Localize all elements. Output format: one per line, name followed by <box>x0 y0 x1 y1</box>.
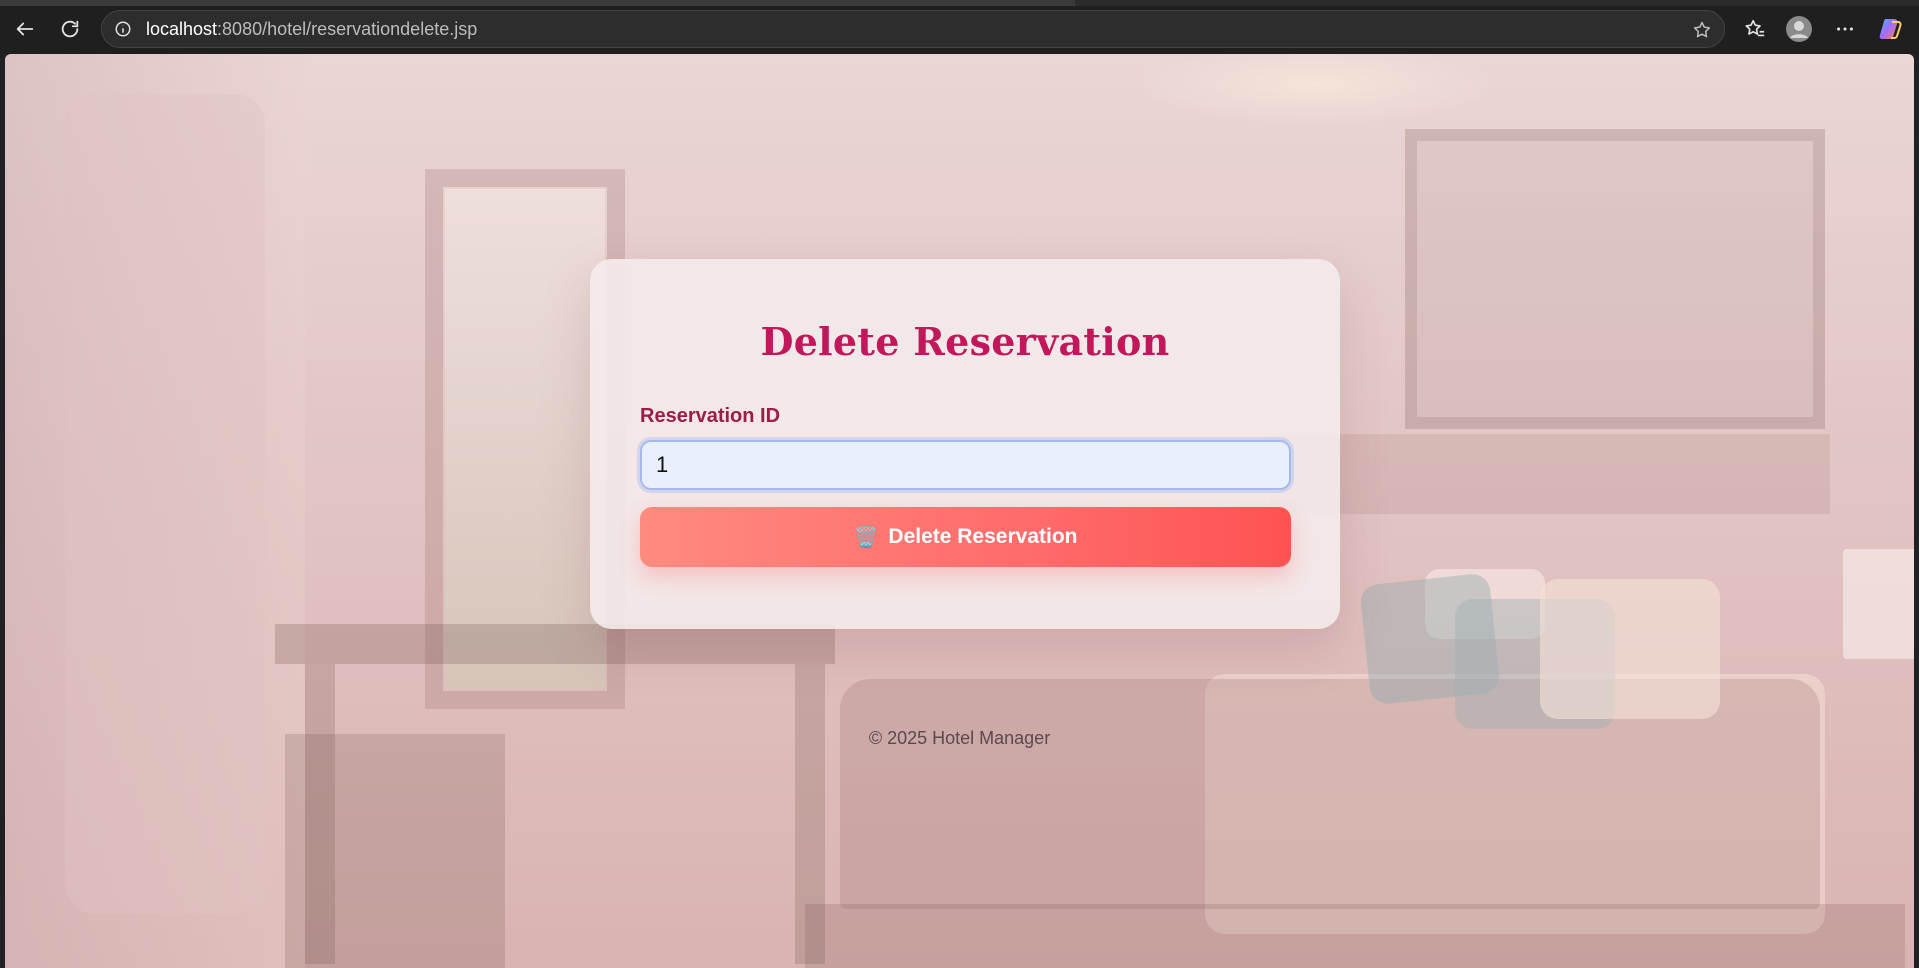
footer-copyright: © 2025 Hotel Manager <box>868 728 1051 748</box>
page-viewport: Delete Reservation Reservation ID 🗑️ Del… <box>5 54 1914 968</box>
url-host: localhost <box>146 18 218 39</box>
reload-button[interactable] <box>55 14 85 44</box>
background-headboard <box>1270 434 1830 514</box>
background-window-glass <box>445 189 605 689</box>
background-cabinet <box>285 734 505 968</box>
background-desk-leg <box>795 664 825 964</box>
tab-strip <box>0 0 1919 6</box>
copilot-button[interactable] <box>1876 14 1906 44</box>
url-path: :8080/hotel/reservationdelete.jsp <box>217 18 478 39</box>
favorites-icon <box>1745 19 1765 37</box>
reload-icon <box>61 20 79 38</box>
star-icon[interactable] <box>1692 20 1712 40</box>
delete-button-label: Delete Reservation <box>888 525 1078 548</box>
background-curtain-fold <box>65 94 265 914</box>
more-menu-button[interactable] <box>1830 14 1860 44</box>
background-bed-base <box>805 904 1905 968</box>
page-title: Delete Reservation <box>760 319 1170 364</box>
active-tab[interactable] <box>0 0 1075 6</box>
browser-toolbar: localhost:8080/hotel/reservationdelete.j… <box>0 0 1919 54</box>
background-pillow <box>1540 579 1720 719</box>
profile-button[interactable] <box>1784 14 1814 44</box>
back-arrow-icon <box>16 22 34 36</box>
reservation-id-input[interactable] <box>640 440 1291 490</box>
info-icon[interactable] <box>114 20 132 38</box>
trash-icon: 🗑️ <box>853 526 879 549</box>
back-button[interactable] <box>10 14 40 44</box>
delete-reservation-button[interactable]: 🗑️ Delete Reservation <box>640 507 1291 567</box>
profile-icon <box>1786 16 1812 42</box>
more-icon <box>1837 27 1853 31</box>
url-text[interactable]: localhost:8080/hotel/reservationdelete.j… <box>146 19 477 40</box>
address-bar[interactable]: localhost:8080/hotel/reservationdelete.j… <box>101 10 1725 48</box>
favorites-button[interactable] <box>1740 14 1770 44</box>
reservation-id-label: Reservation ID <box>640 405 781 427</box>
copilot-icon <box>1879 19 1902 39</box>
background-wall-art <box>1405 129 1825 429</box>
delete-reservation-card: Delete Reservation Reservation ID 🗑️ Del… <box>590 259 1340 629</box>
background-lamp <box>1843 549 1914 659</box>
background-desk <box>275 624 835 664</box>
